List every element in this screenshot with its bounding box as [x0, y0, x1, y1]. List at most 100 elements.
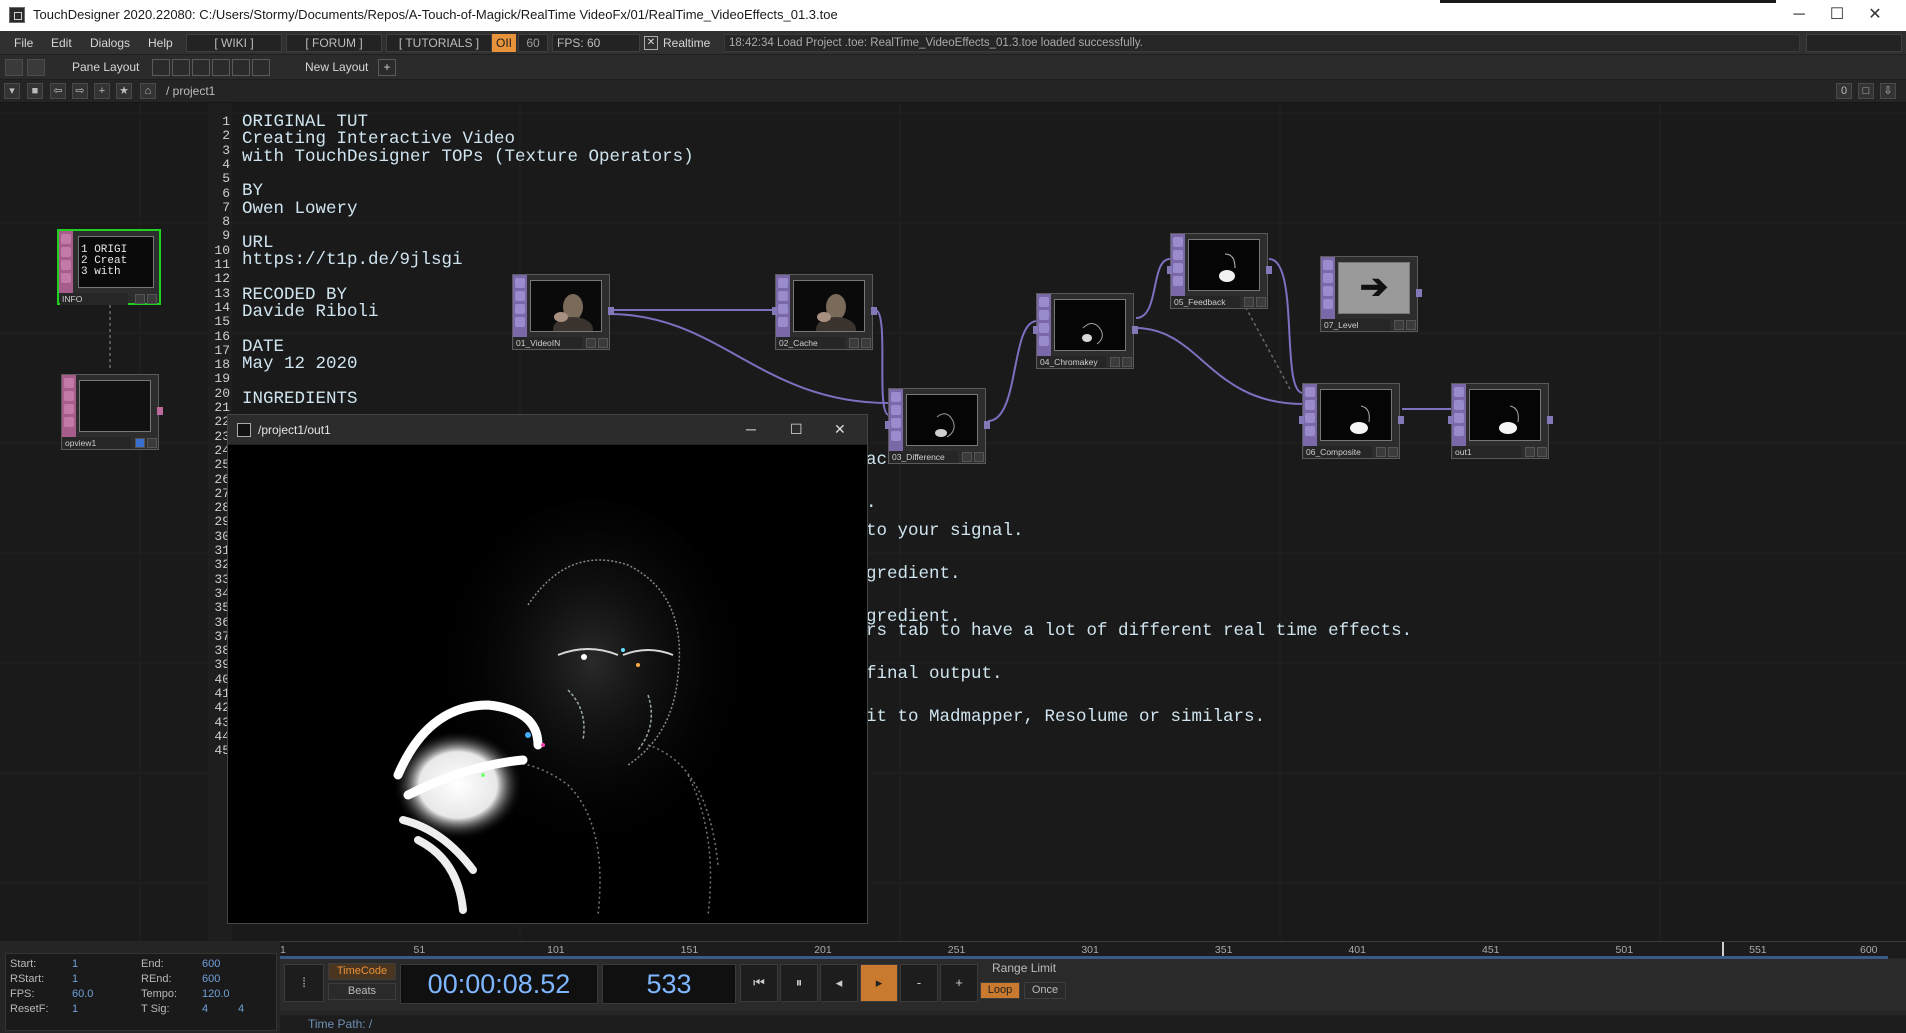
node-bypass-toggle[interactable]: [1388, 447, 1398, 457]
start-value[interactable]: 1: [72, 958, 78, 970]
layout-split-vertical-button[interactable]: [172, 59, 190, 76]
layout-single-button[interactable]: [152, 59, 170, 76]
floating-viewer-window[interactable]: /project1/out1 ─ ☐ ✕: [227, 414, 868, 924]
node-composite-output[interactable]: [1398, 416, 1404, 424]
close-window-button[interactable]: ✕: [1852, 0, 1898, 31]
fps-value[interactable]: 60.0: [72, 988, 93, 1000]
node-chromakey-output[interactable]: [1132, 326, 1138, 334]
node-cache-output[interactable]: [871, 307, 877, 315]
node-out1-output[interactable]: [1547, 416, 1553, 424]
forum-button[interactable]: [ FORUM ]: [286, 34, 382, 52]
node-opview1-output[interactable]: [157, 407, 163, 415]
beats-mode-button[interactable]: Beats: [328, 983, 396, 1000]
timeline-ruler[interactable]: 1 51 101 151 201 251 301 351 401 451 501 551 600: [280, 941, 1906, 959]
timeline-range-bar[interactable]: [280, 956, 1888, 959]
tempo-value[interactable]: 120.0: [202, 988, 230, 1000]
menu-edit[interactable]: Edit: [51, 36, 72, 50]
node-bypass-toggle[interactable]: [598, 338, 608, 348]
pause-icon[interactable]: ⏸: [780, 964, 818, 1002]
tsig-numerator[interactable]: 4: [202, 1003, 208, 1015]
resetf-value[interactable]: 1: [72, 1003, 78, 1015]
node-difference[interactable]: 03_Difference: [885, 388, 990, 464]
timeline-playhead[interactable]: [1722, 942, 1724, 956]
node-bypass-toggle[interactable]: [147, 438, 157, 448]
node-level[interactable]: ➔ 07_Level: [1320, 256, 1422, 332]
node-bypass-toggle[interactable]: [1256, 297, 1266, 307]
play-reverse-icon[interactable]: ◂: [820, 964, 858, 1002]
node-viewer-toggle[interactable]: [135, 438, 145, 448]
step-forward-button[interactable]: +: [940, 964, 978, 1002]
stop-icon[interactable]: ■: [27, 83, 43, 99]
tsig-denominator[interactable]: 4: [238, 1003, 244, 1015]
rend-value[interactable]: 600: [202, 973, 220, 985]
node-viewer-toggle[interactable]: [849, 338, 859, 348]
add-icon[interactable]: +: [94, 83, 110, 99]
pane-view-icon[interactable]: [5, 59, 23, 76]
node-viewer-toggle[interactable]: [1244, 297, 1254, 307]
node-info[interactable]: 1 ORIGI 2 Creat 3 with INFO: [57, 229, 161, 305]
node-viewer-toggle[interactable]: [1110, 357, 1120, 367]
node-out1[interactable]: out1: [1448, 383, 1553, 459]
realtime-checkbox[interactable]: ✕: [644, 36, 658, 50]
pane-menu-icon[interactable]: ⇩: [1880, 83, 1896, 99]
viewer-title-bar[interactable]: /project1/out1 ─ ☐ ✕: [228, 415, 867, 445]
loop-button[interactable]: Loop: [980, 982, 1020, 999]
back-arrow-icon[interactable]: ⇦: [50, 83, 66, 99]
maximize-pane-icon[interactable]: □: [1858, 83, 1874, 99]
node-bypass-toggle[interactable]: [974, 452, 984, 462]
node-composite-input[interactable]: [1299, 416, 1304, 424]
menu-file[interactable]: File: [14, 36, 33, 50]
layout-split-horizontal-button[interactable]: [192, 59, 210, 76]
layout-three-pane-button[interactable]: [212, 59, 230, 76]
node-feedback-output[interactable]: [1266, 266, 1272, 274]
add-layout-button[interactable]: +: [378, 59, 396, 76]
network-path[interactable]: / project1: [166, 84, 215, 98]
time-path-bar[interactable]: Time Path: /: [280, 1015, 1906, 1033]
menu-help[interactable]: Help: [148, 36, 173, 50]
frame-display[interactable]: 533: [602, 964, 736, 1004]
chevron-down-icon[interactable]: ▾: [4, 83, 20, 99]
rewind-to-start-icon[interactable]: ⏮: [740, 964, 778, 1002]
node-chromakey-input[interactable]: [1033, 326, 1038, 334]
node-videoin-output[interactable]: [608, 307, 614, 315]
wiki-button[interactable]: [ WIKI ]: [186, 34, 282, 52]
node-viewer-toggle[interactable]: [586, 338, 596, 348]
node-bypass-toggle[interactable]: [861, 338, 871, 348]
pane-share-icon[interactable]: [27, 59, 45, 76]
home-icon[interactable]: ⌂: [140, 83, 156, 99]
forward-arrow-icon[interactable]: ⇨: [72, 83, 88, 99]
layout-custom-button[interactable]: [252, 59, 270, 76]
fps-field[interactable]: FPS: 60: [552, 34, 640, 52]
node-feedback[interactable]: 05_Feedback: [1167, 233, 1272, 309]
node-cache[interactable]: 02_Cache: [772, 274, 877, 350]
node-viewer-toggle[interactable]: [1394, 320, 1404, 330]
node-cache-input[interactable]: [772, 307, 777, 315]
node-difference-output[interactable]: [984, 421, 990, 429]
node-bypass-toggle[interactable]: [1122, 357, 1132, 367]
bookmark-star-icon[interactable]: ★: [116, 83, 132, 99]
node-bypass-toggle[interactable]: [1537, 447, 1547, 457]
node-composite[interactable]: 06_Composite: [1299, 383, 1404, 459]
oi-button[interactable]: OII: [492, 34, 516, 52]
step-back-button[interactable]: -: [900, 964, 938, 1002]
node-chromakey[interactable]: 04_Chromakey: [1033, 293, 1138, 369]
tutorials-button[interactable]: [ TUTORIALS ]: [386, 34, 492, 52]
node-difference-input[interactable]: [885, 421, 890, 429]
once-button[interactable]: Once: [1024, 982, 1066, 999]
counter-field[interactable]: 0: [1836, 83, 1852, 99]
rstart-value[interactable]: 1: [72, 973, 78, 985]
node-out1-input[interactable]: [1448, 416, 1453, 424]
node-viewer-toggle[interactable]: [1376, 447, 1386, 457]
node-viewer-toggle[interactable]: [135, 294, 145, 304]
timecode-display[interactable]: 00:00:08.52: [400, 964, 598, 1004]
viewer-maximize-button[interactable]: ☐: [790, 421, 803, 438]
node-opview1[interactable]: opview1: [61, 374, 163, 450]
end-value[interactable]: 600: [202, 958, 220, 970]
layout-four-pane-button[interactable]: [232, 59, 250, 76]
node-feedback-input[interactable]: [1167, 266, 1172, 274]
viewer-minimize-button[interactable]: ─: [746, 421, 756, 437]
node-bypass-toggle[interactable]: [1406, 320, 1416, 330]
play-forward-icon[interactable]: ▸: [860, 964, 898, 1002]
viewer-close-button[interactable]: ✕: [834, 421, 846, 438]
node-viewer-toggle[interactable]: [1525, 447, 1535, 457]
